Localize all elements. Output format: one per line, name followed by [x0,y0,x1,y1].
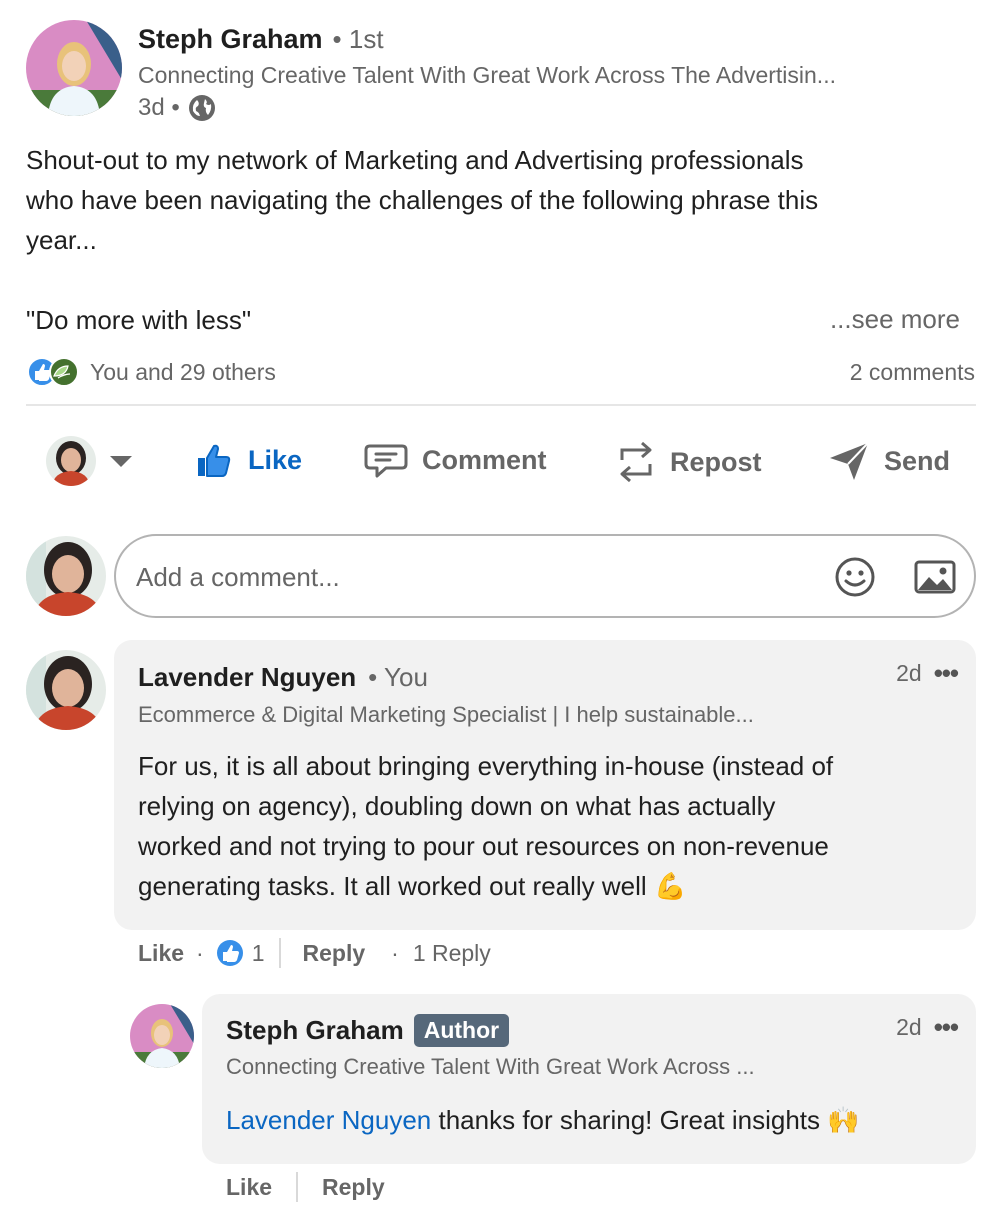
smiley-icon[interactable] [834,556,876,598]
comment-placeholder: Add a comment... [136,562,340,592]
like-reaction-icon [216,939,244,967]
reply-like-button[interactable]: Like [226,1174,272,1201]
comment-button[interactable]: Comment [364,440,547,480]
reply-author-name[interactable]: Steph Graham [226,1015,404,1046]
raising-hands-emoji: 🙌 [827,1105,860,1135]
comment-reply-button[interactable]: Reply [303,940,366,967]
mention-link[interactable]: Lavender Nguyen [226,1105,431,1135]
image-icon[interactable] [914,558,956,596]
divider [278,938,281,968]
like-label: Like [248,444,303,475]
reply-bubble: Steph Graham Author 2d ••• Connecting Cr… [202,994,976,1164]
reaction-identity-selector[interactable] [46,436,132,486]
commenter-relation: • You [368,662,428,692]
repost-arrows-icon [616,438,656,486]
reaction-icons[interactable] [26,356,82,388]
post-author-avatar[interactable] [26,20,122,116]
comment-text-line: relying on agency), doubling down on wha… [138,791,776,821]
comment-label: Comment [422,444,547,475]
chevron-down-icon [110,455,132,467]
divider [296,1172,299,1202]
commenter-avatar[interactable] [26,650,106,730]
comment-like-button[interactable]: Like [138,940,184,967]
see-more-button[interactable]: ...see more [830,304,960,335]
repost-label: Repost [670,446,762,477]
paper-plane-icon [828,440,870,482]
post-text-line: year... [26,225,97,255]
post-author-name[interactable]: Steph Graham [138,24,323,55]
reply-time: 2d [896,1014,922,1040]
like-button[interactable]: Like [194,440,302,480]
commenter-headline: Ecommerce & Digital Marketing Specialist… [138,702,754,727]
commenter-name[interactable]: Lavender Nguyen [138,662,356,693]
reply-reply-button[interactable]: Reply [322,1174,385,1201]
comment-time: 2d [896,660,922,686]
post-time: 3d • [138,94,180,121]
connection-degree: • 1st [332,24,384,54]
reply-author-headline: Connecting Creative Talent With Great Wo… [226,1054,755,1079]
comment-text-line: For us, it is all about bringing everyth… [138,751,834,781]
view-replies-button[interactable]: 1 Reply [413,940,491,967]
comment-input[interactable]: Add a comment... [114,534,976,618]
repost-button[interactable]: Repost [616,438,762,486]
more-dots-icon[interactable]: ••• [934,1012,959,1043]
comment-text-line: worked and not trying to pour out resour… [138,831,829,861]
comment-reaction-count[interactable]: 1 [252,940,265,967]
more-dots-icon[interactable]: ••• [934,658,959,689]
flexed-biceps-emoji: 💪 [653,871,687,901]
send-label: Send [884,445,951,476]
send-button[interactable]: Send [828,440,950,482]
reactions-count[interactable]: You and 29 others [90,359,276,386]
globe-icon [188,94,216,122]
speech-bubble-icon [364,440,408,480]
divider [26,404,976,406]
author-badge: Author [413,1014,510,1047]
post-author-headline: Connecting Creative Talent With Great Wo… [138,62,836,88]
comments-count[interactable]: 2 comments [850,359,975,386]
post-text-line: who have been navigating the challenges … [26,185,819,215]
current-user-avatar [46,436,96,486]
comment-text-line: generating tasks. It all worked out real… [138,871,647,901]
reply-author-avatar[interactable] [130,1004,194,1068]
current-user-avatar [26,536,106,616]
comment-bubble: Lavender Nguyen • You 2d ••• Ecommerce &… [114,640,976,930]
thumbs-up-icon [194,440,234,480]
reply-text: thanks for sharing! Great insights [431,1105,821,1135]
post-text-line: Shout-out to my network of Marketing and… [26,145,804,175]
post-quote: "Do more with less" [26,305,252,335]
